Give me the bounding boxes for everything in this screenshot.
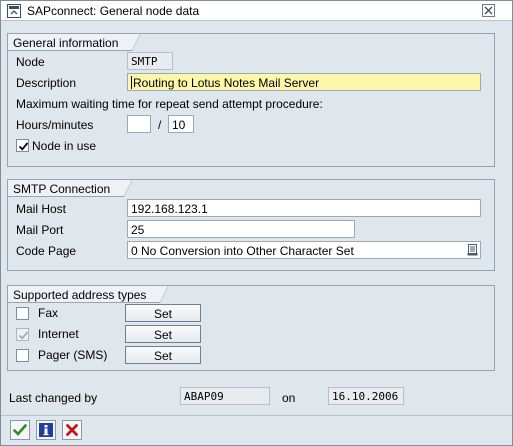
internet-checkbox: [16, 328, 29, 341]
last-changed-date-field: 16.10.2006: [328, 387, 404, 405]
smtp-connection-title: SMTP Connection: [7, 179, 134, 197]
smtp-connection-group: SMTP Connection Mail Host 192.168.123.1 …: [7, 179, 495, 271]
node-in-use-label: Node in use: [32, 139, 97, 153]
on-label: on: [282, 391, 296, 405]
last-changed-label: Last changed by: [9, 391, 98, 405]
minutes-field[interactable]: 10: [168, 115, 194, 133]
node-label: Node: [16, 55, 45, 69]
cancel-button[interactable]: [62, 420, 82, 440]
mail-port-field[interactable]: 25: [127, 220, 355, 238]
supported-address-types-group: Supported address types Fax Set Internet…: [7, 285, 495, 371]
pager-sms-checkbox[interactable]: [16, 349, 29, 362]
window-title: SAPconnect: General node data: [27, 4, 200, 18]
code-page-value: 0 No Conversion into Other Character Set: [131, 244, 354, 258]
checkmark-icon: [18, 331, 29, 340]
internet-set-button[interactable]: Set: [125, 325, 201, 343]
code-page-field[interactable]: 0 No Conversion into Other Character Set: [127, 241, 481, 259]
pager-sms-label: Pager (SMS): [38, 348, 108, 362]
node-in-use-checkbox[interactable]: [16, 139, 29, 152]
text-cursor: [131, 76, 132, 89]
supported-address-types-title: Supported address types: [7, 285, 170, 303]
cancel-icon: [66, 424, 78, 436]
sap-window-icon: [7, 4, 21, 18]
hours-minutes-separator: /: [158, 118, 162, 132]
mail-host-field[interactable]: 192.168.123.1: [127, 199, 481, 217]
hours-minutes-label: Hours/minutes: [16, 118, 94, 132]
hours-field[interactable]: [127, 115, 151, 133]
info-button[interactable]: [36, 420, 56, 440]
code-page-label: Code Page: [16, 244, 77, 258]
internet-label: Internet: [38, 327, 79, 341]
pager-sms-set-button[interactable]: Set: [125, 346, 201, 364]
value-help-icon[interactable]: [467, 244, 478, 256]
fax-set-button[interactable]: Set: [125, 304, 201, 322]
dialog-window: SAPconnect: General node data General in…: [0, 0, 513, 446]
dialog-toolbar: [1, 415, 512, 445]
fax-checkbox[interactable]: [16, 307, 29, 320]
general-information-group: General information Node SMTP Descriptio…: [7, 33, 495, 167]
general-information-title: General information: [7, 33, 142, 51]
info-icon: [39, 423, 53, 437]
confirm-button[interactable]: [10, 420, 30, 440]
last-changed-user-field: ABAP09: [180, 387, 270, 405]
mail-port-label: Mail Port: [16, 223, 64, 237]
mail-host-label: Mail Host: [16, 202, 67, 216]
close-icon[interactable]: [482, 4, 495, 17]
confirm-icon: [13, 424, 27, 436]
description-field[interactable]: Routing to Lotus Notes Mail Server: [127, 73, 481, 91]
fax-label: Fax: [38, 306, 59, 320]
max-wait-text: Maximum waiting time for repeat send att…: [16, 97, 323, 111]
node-field: SMTP: [127, 52, 173, 70]
description-value: Routing to Lotus Notes Mail Server: [133, 76, 320, 90]
title-bar: SAPconnect: General node data: [1, 1, 512, 21]
checkmark-icon: [18, 142, 29, 151]
description-label: Description: [16, 76, 77, 90]
